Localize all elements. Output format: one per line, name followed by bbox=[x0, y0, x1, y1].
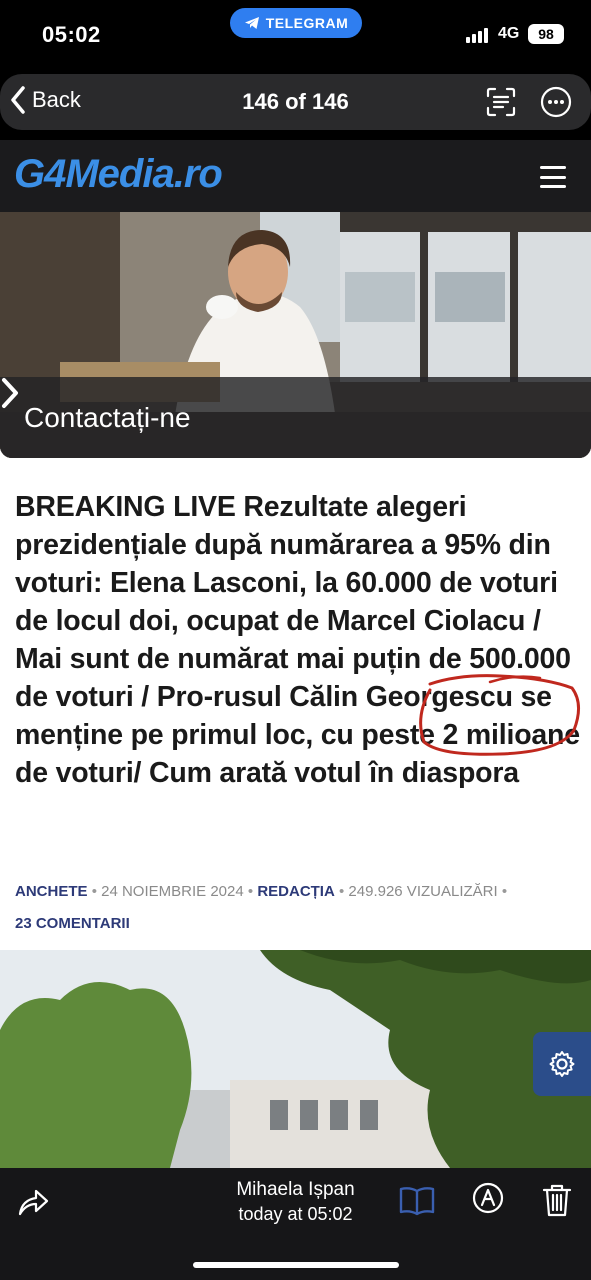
meta-separator: • bbox=[501, 883, 508, 900]
settings-gear-button[interactable] bbox=[533, 1032, 591, 1096]
status-time: 05:02 bbox=[42, 22, 101, 47]
contact-cta-bar[interactable]: Contactați-ne bbox=[0, 377, 591, 458]
trash-icon[interactable] bbox=[540, 1182, 574, 1218]
network-label: 4G bbox=[498, 25, 520, 42]
article-date: 24 NOIEMBRIE 2024 bbox=[101, 883, 244, 900]
site-logo[interactable]: G4Media.ro bbox=[14, 152, 223, 197]
book-icon[interactable] bbox=[398, 1184, 436, 1218]
meta-separator: • bbox=[247, 883, 254, 900]
contact-cta-label: Contactați-ne bbox=[24, 401, 191, 433]
viewer-nav-background: Back 146 of 146 bbox=[0, 74, 591, 130]
hamburger-menu-icon[interactable] bbox=[540, 166, 566, 188]
meta-separator: • bbox=[91, 883, 97, 900]
palace-photo bbox=[0, 950, 591, 1168]
viewer-nav-bar: Back 146 of 146 bbox=[0, 70, 591, 130]
telegram-return-pill[interactable]: TELEGRAM bbox=[230, 8, 362, 38]
battery-level: 98 bbox=[538, 26, 554, 42]
article-meta: ANCHETE • 24 NOIEMBRIE 2024 • REDACȚIA •… bbox=[15, 876, 580, 940]
home-indicator bbox=[193, 1262, 399, 1268]
signal-icon bbox=[466, 27, 488, 43]
gear-icon bbox=[549, 1051, 575, 1077]
article-headline[interactable]: BREAKING LIVE Rezultate alegeri preziden… bbox=[15, 488, 580, 792]
telegram-pill-label: TELEGRAM bbox=[265, 15, 349, 31]
battery-icon: 98 bbox=[528, 24, 564, 44]
markup-pen-icon[interactable] bbox=[472, 1182, 504, 1214]
article-photo bbox=[0, 950, 591, 1168]
site-header: G4Media.ro bbox=[0, 140, 591, 212]
comments-link[interactable]: 23 COMENTARII bbox=[15, 915, 130, 932]
view-count: 249.926 VIZUALIZĂRI bbox=[348, 883, 498, 900]
live-text-scan-icon[interactable] bbox=[486, 87, 516, 117]
author-link[interactable]: REDACȚIA bbox=[257, 883, 335, 900]
status-bar: 05:02 TELEGRAM 4G 98 bbox=[0, 0, 591, 70]
meta-separator: • bbox=[338, 883, 345, 900]
article-page: Contactați-ne BREAKING LIVE Rezultate al… bbox=[0, 212, 591, 1168]
chevron-right-icon bbox=[2, 378, 18, 408]
more-options-icon[interactable] bbox=[540, 86, 572, 118]
contact-banner[interactable]: Contactați-ne bbox=[0, 212, 591, 458]
category-link[interactable]: ANCHETE bbox=[15, 883, 88, 900]
telegram-icon bbox=[244, 17, 259, 29]
